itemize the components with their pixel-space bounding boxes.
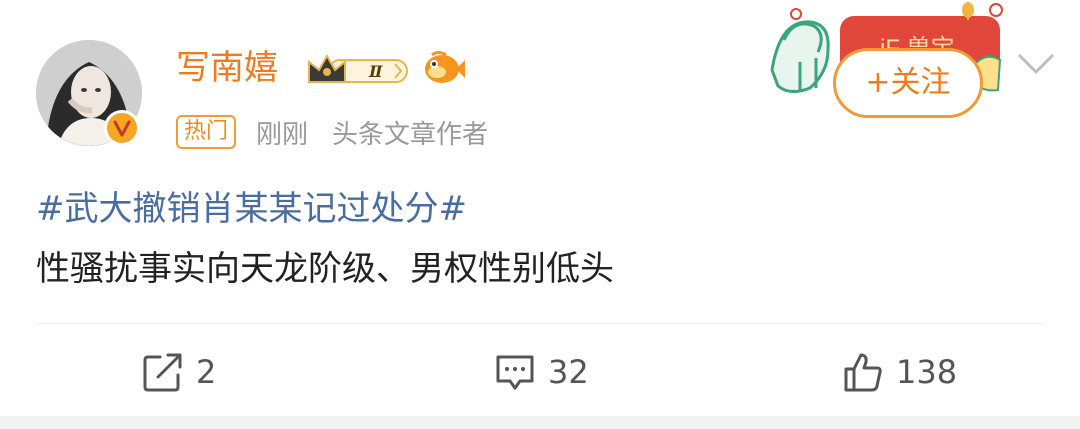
hot-tag: 热门 [176, 115, 237, 149]
comment-count: 32 [548, 353, 589, 391]
post-source: 头条文章作者 [332, 119, 489, 150]
like-button[interactable]: 138 [842, 348, 957, 396]
repost-icon [143, 353, 182, 392]
repost-button[interactable]: 2 [142, 348, 216, 396]
crown-level-badge-icon: Ⅱ [308, 53, 408, 83]
fish-badge-icon [425, 51, 465, 83]
weibo-post-card: 写南嬉 Ⅱ 热门 刚刚 头条文章作者 iF 兽宝 +关注 #武 [0, 0, 1080, 416]
post-meta: 热门 刚刚 头条文章作者 [176, 112, 488, 152]
comment-icon [496, 355, 534, 390]
svg-text:Ⅱ: Ⅱ [368, 62, 383, 81]
post-body-text: 性骚扰事实向天龙阶级、男权性别低头 [36, 249, 614, 289]
comment-button[interactable]: 32 [494, 348, 589, 396]
thumbs-up-icon [844, 353, 882, 392]
username[interactable]: 写南嬉 [176, 44, 278, 92]
topic-hashtag-link[interactable]: #武大撤销肖某某记过处分# [36, 186, 467, 232]
chevron-down-icon[interactable] [1016, 50, 1056, 78]
verified-v-icon [104, 110, 140, 146]
follow-button[interactable]: +关注 [833, 48, 983, 118]
repost-count: 2 [196, 353, 217, 391]
divider [36, 323, 1044, 324]
post-time: 刚刚 [256, 119, 309, 150]
feed-separator [0, 416, 1080, 429]
like-count: 138 [896, 353, 958, 391]
